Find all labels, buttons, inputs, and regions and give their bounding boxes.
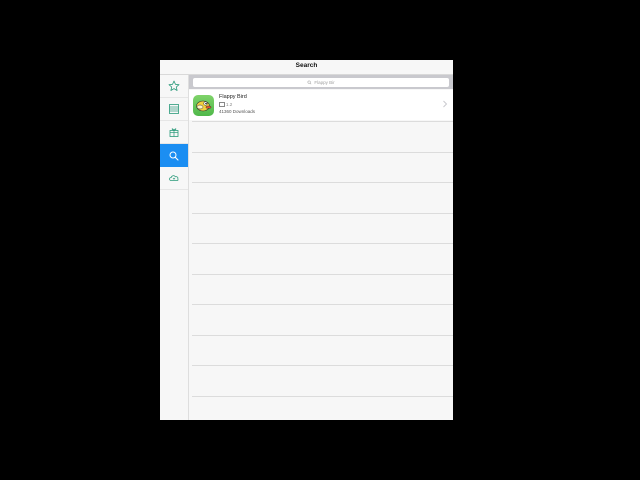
row-divider <box>192 182 453 183</box>
star-icon <box>168 80 180 91</box>
row-divider <box>192 121 453 122</box>
version-icon <box>219 102 225 108</box>
row-divider <box>192 243 453 244</box>
list-icon <box>169 104 179 114</box>
app-version: 1.2 <box>219 102 233 108</box>
gift-icon <box>169 128 179 137</box>
page-title: Search <box>295 62 318 69</box>
row-divider <box>192 365 453 366</box>
tab-search[interactable] <box>160 144 188 167</box>
row-divider <box>192 274 453 275</box>
tab-cloud[interactable] <box>160 167 188 190</box>
app-name: Flappy Bird <box>219 94 247 100</box>
sidebar <box>160 75 189 420</box>
search-query-text: Flappy Bir <box>314 80 335 85</box>
cloud-download-icon <box>169 175 179 181</box>
search-input[interactable]: Flappy Bir <box>193 78 449 87</box>
app-window: Search Flappy Bir Flappy Bird 1.2 41360 … <box>160 60 453 420</box>
search-results-panel: Flappy Bir Flappy Bird 1.2 41360 Downloa… <box>189 75 453 420</box>
row-divider <box>192 396 453 397</box>
search-field-icon <box>307 80 312 85</box>
app-downloads: 41360 Downloads <box>219 109 256 114</box>
flappy-bird-app-icon <box>193 95 214 116</box>
row-divider <box>192 304 453 305</box>
row-divider <box>192 213 453 214</box>
navigation-bar: Search <box>160 60 453 75</box>
row-divider <box>192 152 453 153</box>
tab-list[interactable] <box>160 98 188 121</box>
chevron-right-icon <box>443 100 448 108</box>
tab-gift[interactable] <box>160 121 188 144</box>
search-icon <box>169 151 179 161</box>
list-item[interactable]: Flappy Bird 1.2 41360 Downloads <box>189 90 453 120</box>
search-bar-container: Flappy Bir <box>189 75 453 89</box>
app-version-number: 1.2 <box>226 102 233 107</box>
tab-favorites[interactable] <box>160 75 188 98</box>
row-divider <box>192 335 453 336</box>
